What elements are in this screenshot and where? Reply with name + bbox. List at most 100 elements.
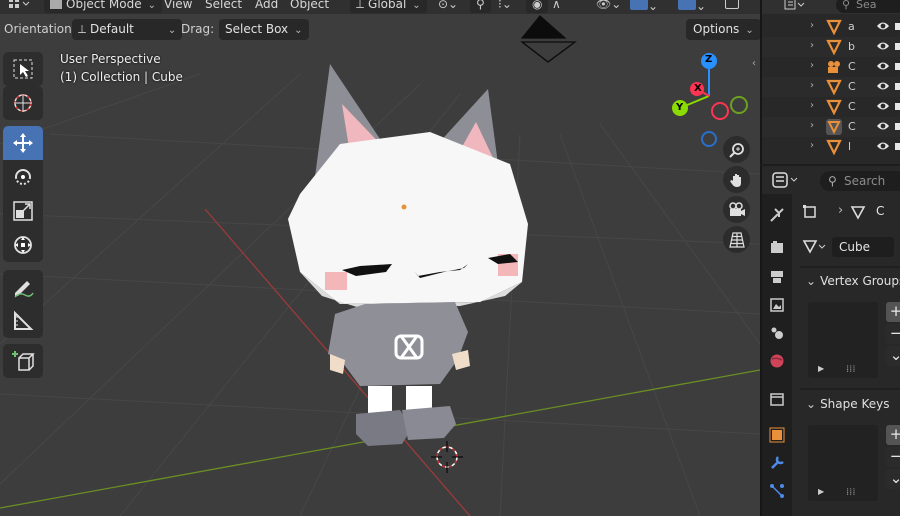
proportional-edit-icon[interactable]: ◉ — [526, 0, 549, 13]
remove-shape-key-button[interactable]: − — [886, 447, 900, 467]
add-vertex-group-button[interactable]: + — [886, 302, 900, 322]
chevron-right-icon[interactable]: › — [810, 20, 814, 31]
vertex-group-specials-button[interactable]: ⌄ — [886, 346, 900, 366]
eye-icon[interactable] — [876, 140, 890, 152]
menu-view[interactable]: View — [164, 0, 192, 13]
gizmo-z-label[interactable]: Z — [705, 54, 712, 65]
transform-orientation-dropdown[interactable]: ⟂ Global ⌄ — [350, 0, 427, 13]
chevron-right-icon[interactable]: › — [810, 100, 814, 111]
breadcrumb-name: C — [876, 204, 885, 218]
editor-type-icon[interactable] — [8, 0, 30, 13]
list-expand-icon[interactable]: ▶ — [818, 364, 824, 373]
sidebar-toggle-icon[interactable]: ‹ — [752, 58, 756, 69]
eye-icon[interactable] — [876, 40, 890, 52]
menu-object[interactable]: Object — [290, 0, 329, 13]
zoom-button[interactable] — [723, 136, 750, 163]
snap-target-icon[interactable]: ⁝⌄ — [498, 0, 512, 13]
tab-output[interactable] — [764, 264, 790, 290]
ortho-toggle-button[interactable] — [723, 226, 750, 253]
remove-vertex-group-button[interactable]: − — [886, 324, 900, 344]
tab-render[interactable] — [764, 234, 790, 260]
tool-move[interactable] — [3, 126, 43, 160]
shape-keys-header[interactable]: ⌄ Shape Keys — [806, 397, 889, 411]
camera-icon[interactable] — [894, 120, 900, 132]
gizmo-y-label[interactable]: Y — [676, 102, 683, 113]
outliner-editor-icon[interactable] — [784, 0, 806, 15]
eye-icon[interactable] — [876, 120, 890, 132]
vertex-groups-list[interactable]: ▶ ⁞⁞⁞ — [808, 302, 878, 378]
eye-icon[interactable] — [876, 100, 890, 112]
properties-editor-icon[interactable] — [772, 171, 800, 192]
outliner-item[interactable]: › C — [762, 97, 900, 117]
visibility-icon[interactable]: 👁⌄ — [596, 0, 621, 13]
gizmo-x-label[interactable]: X — [694, 83, 702, 94]
falloff-icon[interactable]: ∧ — [552, 0, 561, 13]
outliner-item[interactable]: › a — [762, 17, 900, 37]
tab-tool[interactable] — [764, 202, 790, 228]
mesh-data-browse-icon[interactable] — [802, 238, 828, 257]
overlay-toggle-icon[interactable]: ⌄ — [678, 0, 706, 13]
outliner-panel: ⚲ Sea › a › b › C › C › C › C › l — [760, 0, 900, 164]
mesh-data-name-field[interactable]: Cube — [832, 237, 894, 257]
mode-dropdown[interactable]: Object Mode ⌄ — [44, 0, 162, 13]
properties-search[interactable]: ⚲ Search — [820, 171, 900, 191]
tool-cursor[interactable] — [3, 86, 43, 120]
tab-view-layer[interactable] — [764, 292, 790, 318]
tool-measure[interactable] — [3, 304, 43, 338]
3d-viewport[interactable]: Z X Y User Perspective (1) Collection | … — [0, 14, 760, 516]
camera-icon[interactable] — [894, 40, 900, 52]
tool-rotate[interactable] — [3, 160, 43, 194]
eye-icon[interactable] — [876, 20, 890, 32]
resize-grip-icon[interactable]: ⁞⁞⁞ — [846, 487, 856, 498]
mesh-data-icon — [826, 139, 842, 155]
outliner-item[interactable]: › C — [762, 77, 900, 97]
shape-key-specials-button[interactable]: ⌄ — [886, 469, 900, 489]
tool-select-box[interactable] — [3, 52, 43, 86]
gizmo-toggle-icon[interactable]: ⌄ — [630, 0, 658, 13]
chevron-right-icon[interactable]: › — [810, 60, 814, 71]
list-expand-icon[interactable]: ▶ — [818, 487, 824, 496]
camera-icon[interactable] — [894, 80, 900, 92]
tab-collection[interactable] — [764, 386, 790, 412]
chevron-right-icon[interactable]: › — [810, 40, 814, 51]
menu-add[interactable]: Add — [255, 0, 278, 13]
object-icon — [769, 427, 785, 443]
menu-select[interactable]: Select — [205, 0, 242, 13]
resize-grip-icon[interactable]: ⁞⁞⁞ — [846, 364, 856, 375]
camera-view-button[interactable] — [723, 196, 750, 223]
chevron-down-icon: ⌄ — [147, 0, 156, 11]
chevron-right-icon[interactable]: › — [810, 140, 814, 151]
add-shape-key-button[interactable]: + — [886, 425, 900, 445]
outliner-item[interactable]: › b — [762, 37, 900, 57]
drag-dropdown[interactable]: Select Box ⌄ — [219, 19, 309, 40]
outliner-item[interactable]: › l — [762, 137, 900, 157]
tool-annotate[interactable] — [3, 270, 43, 304]
xray-toggle-icon[interactable] — [725, 0, 739, 13]
tool-transform[interactable] — [3, 228, 43, 262]
camera-icon[interactable] — [894, 60, 900, 72]
vertex-groups-header[interactable]: ⌄ Vertex Groups — [806, 274, 900, 288]
camera-icon[interactable] — [894, 140, 900, 152]
tab-world[interactable] — [764, 348, 790, 374]
orientation-dropdown[interactable]: ⟂ Default ⌄ — [72, 19, 183, 40]
pivot-point-icon[interactable]: ⊙⌄ — [438, 0, 458, 13]
tool-scale[interactable] — [3, 194, 43, 228]
chevron-right-icon[interactable]: › — [810, 80, 814, 91]
chevron-right-icon[interactable]: › — [810, 120, 814, 131]
outliner-item-selected[interactable]: › C — [762, 117, 900, 137]
pan-button[interactable] — [723, 166, 750, 193]
camera-icon[interactable] — [894, 100, 900, 112]
tab-object[interactable] — [764, 422, 790, 448]
options-dropdown[interactable]: Options ⌄ — [686, 19, 761, 40]
eye-icon[interactable] — [876, 80, 890, 92]
tool-add-cube[interactable] — [3, 344, 43, 378]
outliner-search[interactable]: ⚲ Sea — [836, 0, 900, 13]
snap-icon[interactable]: ⚲ — [470, 0, 491, 13]
camera-icon[interactable] — [894, 20, 900, 32]
eye-icon[interactable] — [876, 60, 890, 72]
outliner-item[interactable]: › C — [762, 57, 900, 77]
shape-keys-list[interactable]: ▶ ⁞⁞⁞ — [808, 425, 878, 501]
tab-modifiers[interactable] — [764, 450, 790, 476]
tab-scene[interactable] — [764, 320, 790, 346]
tab-particles[interactable] — [764, 478, 790, 504]
